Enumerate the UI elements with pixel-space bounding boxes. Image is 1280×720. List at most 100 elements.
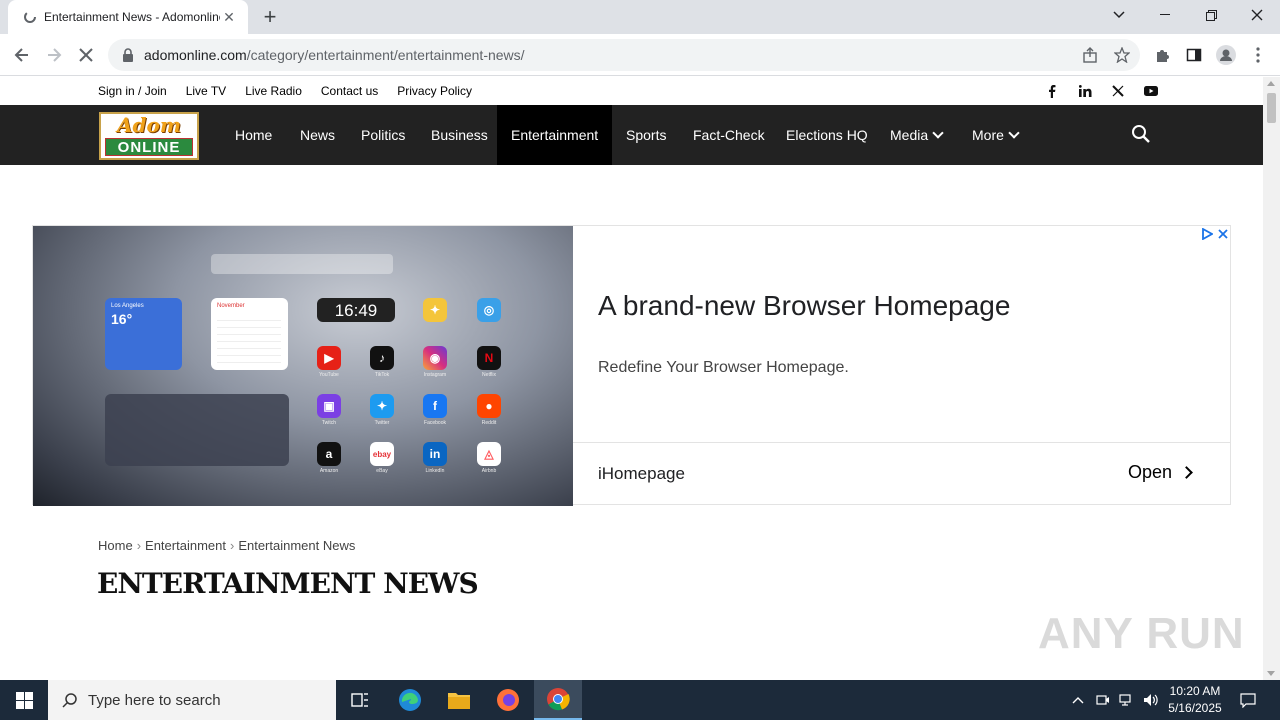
nav-more[interactable]: More — [972, 105, 1020, 165]
ad-open-button[interactable]: Open — [1128, 462, 1193, 483]
adomonline-logo[interactable]: Adom ONLINE — [99, 112, 199, 160]
browser-tab-strip: Entertainment News - Adomonline ✕ + — [0, 0, 1280, 34]
ad-image[interactable]: Los Angeles 16° November 16:49 ✦ ◎ ▶ You… — [33, 226, 573, 506]
search-icon — [62, 693, 77, 708]
browser-tab[interactable]: Entertainment News - Adomonline ✕ — [8, 0, 248, 34]
firefox-icon[interactable] — [484, 680, 532, 720]
tab-title: Entertainment News - Adomonline — [44, 10, 220, 24]
ad-advertiser-name[interactable]: iHomepage — [598, 464, 685, 484]
tab-search-icon[interactable] — [1096, 0, 1142, 30]
ebay-app-icon: ebay — [370, 442, 394, 466]
nav-fact-check[interactable]: Fact-Check — [693, 105, 765, 165]
page-viewport: Sign in / Join Live TV Live Radio Contac… — [0, 77, 1263, 680]
task-view-icon[interactable] — [336, 680, 384, 720]
ad-choices[interactable] — [1201, 228, 1229, 240]
lock-icon[interactable] — [122, 48, 136, 62]
new-tab-button[interactable]: + — [258, 4, 282, 29]
minimize-button[interactable] — [1142, 0, 1188, 30]
ad-close-icon[interactable] — [1217, 228, 1229, 240]
breadcrumb-entertainment[interactable]: Entertainment — [145, 538, 226, 553]
notification-icon[interactable] — [1238, 690, 1258, 710]
chevron-right-icon — [1180, 466, 1193, 479]
ad-description[interactable]: Redefine Your Browser Homepage. — [598, 359, 849, 377]
amazon-app-icon: a — [317, 442, 341, 466]
share-icon[interactable] — [1078, 43, 1102, 67]
linkedin-app-icon: in — [423, 442, 447, 466]
menu-kebab-icon[interactable] — [1246, 43, 1270, 67]
reddit-app-icon: ● — [477, 394, 501, 418]
twitter-app-icon: ✦ — [370, 394, 394, 418]
scrollbar-thumb[interactable] — [1267, 93, 1276, 123]
facebook-icon[interactable] — [1044, 83, 1060, 99]
windows-logo-icon — [15, 691, 33, 709]
start-button[interactable] — [0, 680, 48, 720]
nav-media[interactable]: Media — [890, 105, 944, 165]
tiktok-app-icon: ♪ — [370, 346, 394, 370]
ad-search-bar — [211, 254, 393, 274]
calendar-widget: November — [211, 298, 288, 370]
nav-politics[interactable]: Politics — [361, 105, 405, 165]
netflix-app-icon: N — [477, 346, 501, 370]
twitch-app-icon: ▣ — [317, 394, 341, 418]
sign-in-link[interactable]: Sign in / Join — [98, 84, 167, 98]
close-window-button[interactable] — [1234, 0, 1280, 30]
meet-now-icon[interactable] — [1093, 690, 1113, 710]
contact-us-link[interactable]: Contact us — [321, 84, 378, 98]
nav-home[interactable]: Home — [235, 105, 272, 165]
taskbar-search-box[interactable]: Type here to search — [48, 680, 336, 720]
youtube-icon[interactable] — [1143, 83, 1159, 99]
adchoices-play-icon[interactable] — [1201, 228, 1213, 240]
windows-taskbar: Type here to search 10:20 AM 5/16/2025 — [0, 680, 1280, 720]
side-panel-icon[interactable] — [1182, 43, 1206, 67]
back-button[interactable] — [8, 41, 36, 69]
nav-news[interactable]: News — [300, 105, 335, 165]
nav-sports[interactable]: Sports — [626, 105, 666, 165]
volume-icon[interactable] — [1141, 690, 1161, 710]
page-scrollbar[interactable] — [1263, 77, 1280, 680]
url-text: adomonline.com/category/entertainment/en… — [144, 47, 525, 63]
clock-widget: 16:49 — [317, 298, 395, 322]
live-tv-link[interactable]: Live TV — [186, 84, 226, 98]
page-title: ENTERTAINMENT NEWS — [97, 567, 479, 600]
scroll-up-arrow-icon[interactable] — [1267, 81, 1275, 86]
extensions-icon[interactable] — [1150, 43, 1174, 67]
nav-business[interactable]: Business — [431, 105, 488, 165]
advertisement-banner[interactable]: Los Angeles 16° November 16:49 ✦ ◎ ▶ You… — [32, 225, 1231, 506]
youtube-app-icon: ▶ — [317, 346, 341, 370]
breadcrumb: Home › Entertainment › Entertainment News — [98, 538, 356, 553]
breadcrumb-home[interactable]: Home — [98, 538, 133, 553]
forward-button[interactable] — [40, 41, 68, 69]
chevron-down-icon — [1008, 127, 1020, 139]
linkedin-icon[interactable] — [1077, 83, 1093, 99]
chevron-down-icon — [932, 127, 944, 139]
features-app-icon: ✦ — [423, 298, 447, 322]
live-radio-link[interactable]: Live Radio — [245, 84, 302, 98]
address-bar[interactable]: adomonline.com/category/entertainment/en… — [108, 39, 1140, 71]
quick-nav-widget — [105, 394, 289, 466]
main-navigation: Adom ONLINE Home News Politics Business … — [0, 105, 1263, 165]
x-twitter-icon[interactable] — [1110, 83, 1126, 99]
privacy-policy-link[interactable]: Privacy Policy — [397, 84, 472, 98]
profile-avatar-icon[interactable] — [1214, 43, 1238, 67]
restore-button[interactable] — [1188, 0, 1234, 30]
nav-elections-hq[interactable]: Elections HQ — [786, 105, 868, 165]
ad-divider — [573, 442, 1230, 443]
edge-icon[interactable] — [386, 680, 434, 720]
airbnb-app-icon: ◬ — [477, 442, 501, 466]
search-icon[interactable] — [1131, 124, 1151, 144]
scroll-down-arrow-icon[interactable] — [1267, 671, 1275, 676]
chrome-icon[interactable] — [534, 680, 582, 720]
file-explorer-icon[interactable] — [435, 680, 483, 720]
stop-loading-button[interactable] — [72, 41, 100, 69]
network-icon[interactable] — [1117, 690, 1137, 710]
browser-toolbar: adomonline.com/category/entertainment/en… — [0, 34, 1280, 76]
ad-headline[interactable]: A brand-new Browser Homepage — [598, 290, 1010, 322]
bookmark-star-icon[interactable] — [1110, 43, 1134, 67]
instagram-app-icon: ◉ — [423, 346, 447, 370]
taskbar-clock[interactable]: 10:20 AM 5/16/2025 — [1160, 683, 1230, 717]
weather-widget: Los Angeles 16° — [105, 298, 182, 370]
tab-close-icon[interactable]: ✕ — [220, 8, 238, 26]
tray-chevron-up-icon[interactable] — [1068, 690, 1088, 710]
nav-entertainment[interactable]: Entertainment — [497, 105, 612, 165]
breadcrumb-current: Entertainment News — [238, 538, 356, 553]
